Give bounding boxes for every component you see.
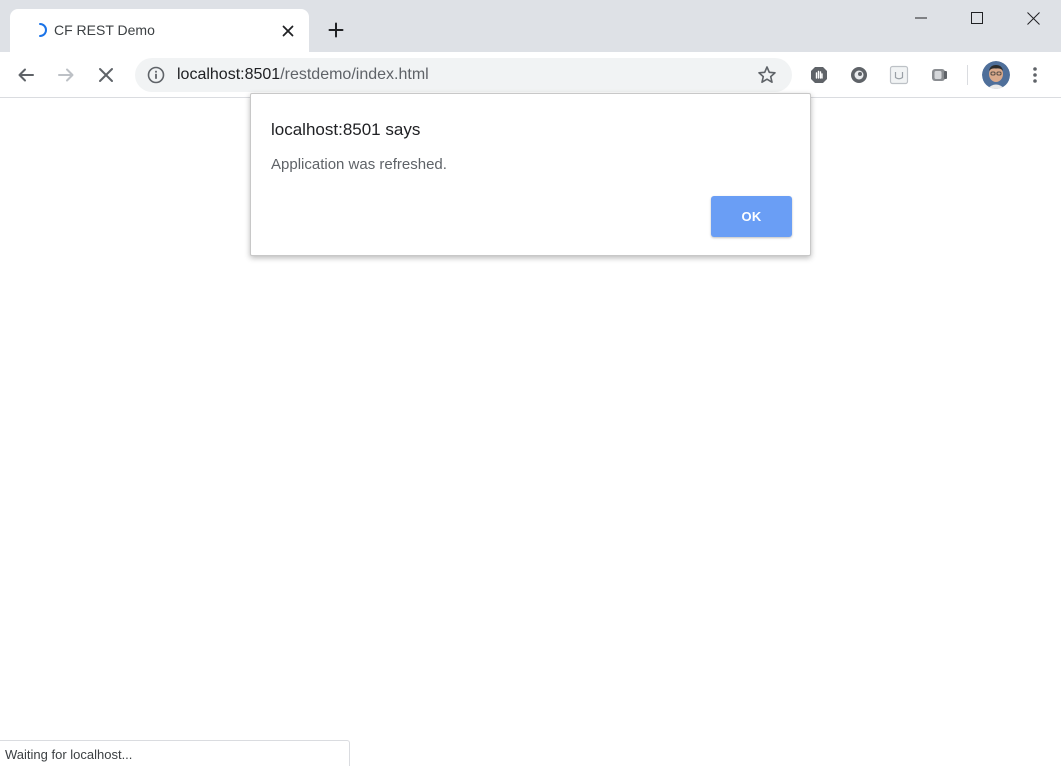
bookmark-star-icon[interactable] [757,65,777,85]
loading-spinner-icon [32,22,48,38]
dialog-title: localhost:8501 says [271,120,421,139]
url-path: /restdemo/index.html [280,66,429,83]
tab-close-icon[interactable] [278,21,298,41]
toolbar-separator [967,65,968,85]
square-extension-icon[interactable] [888,64,910,86]
url-text: localhost:8501/restdemo/index.html [177,66,429,84]
profile-avatar[interactable] [982,61,1010,89]
browser-window: CF REST Demo localhost:8501/restdemo/ind… [0,0,1061,766]
shield-extension-icon[interactable] [808,64,830,86]
window-close-icon[interactable] [1005,0,1061,36]
new-tab-plus-icon[interactable] [324,18,348,42]
circle-extension-icon[interactable] [848,64,870,86]
reel-extension-icon[interactable] [928,64,950,86]
address-bar[interactable]: localhost:8501/restdemo/index.html [135,58,792,92]
status-text: Waiting for localhost... [5,747,133,762]
stop-icon[interactable] [93,62,119,88]
url-host: localhost:8501 [177,66,281,83]
tab-title: CF REST Demo [54,22,155,38]
alert-dialog: localhost:8501 says Application was refr… [250,93,811,256]
dialog-message: Application was refreshed. [271,156,447,173]
toolbar: localhost:8501/restdemo/index.html [0,52,1061,98]
back-arrow-icon[interactable] [13,62,39,88]
tab-cf-rest-demo[interactable]: CF REST Demo [10,9,309,52]
ok-button[interactable]: OK [711,196,792,237]
maximize-icon[interactable] [949,0,1005,36]
info-icon[interactable] [147,66,165,84]
status-bubble: Waiting for localhost... [0,740,350,766]
forward-arrow-icon[interactable] [53,62,79,88]
tab-strip: CF REST Demo [0,0,1061,52]
kebab-menu-icon[interactable] [1022,62,1048,88]
minimize-icon[interactable] [893,0,949,36]
